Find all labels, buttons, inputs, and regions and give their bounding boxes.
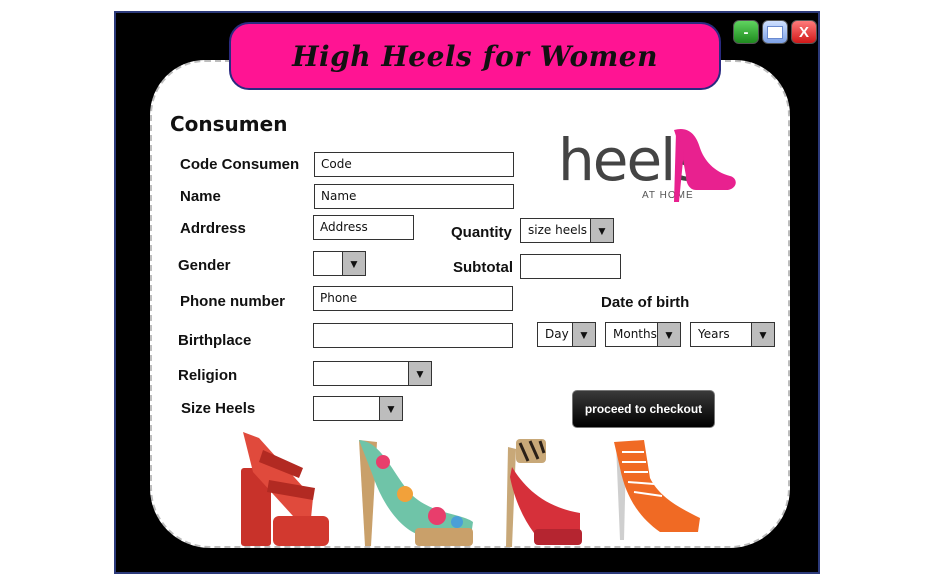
phone-input[interactable]: Phone [313, 286, 513, 311]
heels-at-home-logo: heels AT HOME [558, 120, 738, 210]
day-select[interactable]: Day ▼ [537, 322, 596, 347]
dropdown-arrow-icon: ▼ [657, 323, 680, 346]
zebra-print-ankle-strap-heel-image [506, 439, 582, 547]
pink-heel-icon [674, 128, 736, 202]
section-title: Consumen [170, 112, 288, 136]
phone-label: Phone number [180, 293, 286, 310]
name-input[interactable]: Name [314, 184, 514, 209]
dropdown-arrow-icon: ▼ [408, 362, 431, 385]
app-title: High Heels for Women [292, 39, 658, 73]
date-of-birth-label: Date of birth [601, 294, 690, 311]
close-button[interactable]: X [791, 20, 817, 44]
maximize-icon [767, 25, 783, 39]
religion-select[interactable]: ▼ [313, 361, 432, 386]
maximize-button[interactable] [762, 20, 788, 44]
dropdown-arrow-icon: ▼ [342, 252, 365, 275]
address-input[interactable]: Address [313, 215, 414, 240]
dropdown-arrow-icon: ▼ [590, 219, 613, 242]
religion-value [314, 362, 408, 385]
gender-label: Gender [178, 257, 231, 274]
years-value: Years [698, 327, 730, 341]
code-label: Code Consumen [180, 156, 300, 173]
subtotal-input[interactable] [520, 254, 621, 279]
size-heels-select[interactable]: ▼ [313, 396, 403, 421]
quantity-value: size heels [528, 223, 588, 237]
red-strappy-platform-heel-image [241, 432, 329, 546]
size-heels-value [314, 397, 379, 420]
birthplace-label: Birthplace [178, 332, 252, 349]
proceed-to-checkout-button[interactable]: proceed to checkout [572, 390, 715, 428]
years-select[interactable]: Years ▼ [690, 322, 775, 347]
minimize-button[interactable]: - [733, 20, 759, 44]
minimize-icon: - [743, 23, 749, 41]
subtotal-label: Subtotal [453, 259, 513, 276]
dropdown-arrow-icon: ▼ [572, 323, 595, 346]
months-value: Months [613, 327, 657, 341]
birthplace-input[interactable] [313, 323, 513, 348]
day-value: Day [545, 327, 569, 341]
close-icon: X [798, 23, 809, 41]
religion-label: Religion [178, 367, 238, 384]
quantity-select[interactable]: size heels ▼ [520, 218, 614, 243]
gender-value [314, 252, 342, 275]
quantity-label: Quantity [451, 224, 512, 241]
orange-lace-up-heel-image [614, 440, 700, 540]
size-heels-label: Size Heels [181, 400, 256, 417]
name-label: Name [180, 188, 221, 205]
dropdown-arrow-icon: ▼ [379, 397, 402, 420]
dropdown-arrow-icon: ▼ [751, 323, 774, 346]
address-label: Adrdress [180, 220, 246, 237]
gender-select[interactable]: ▼ [313, 251, 366, 276]
floral-platform-pump-image [359, 440, 473, 546]
title-banner: High Heels for Women [229, 22, 721, 90]
months-select[interactable]: Months ▼ [605, 322, 681, 347]
code-input[interactable]: Code [314, 152, 514, 177]
